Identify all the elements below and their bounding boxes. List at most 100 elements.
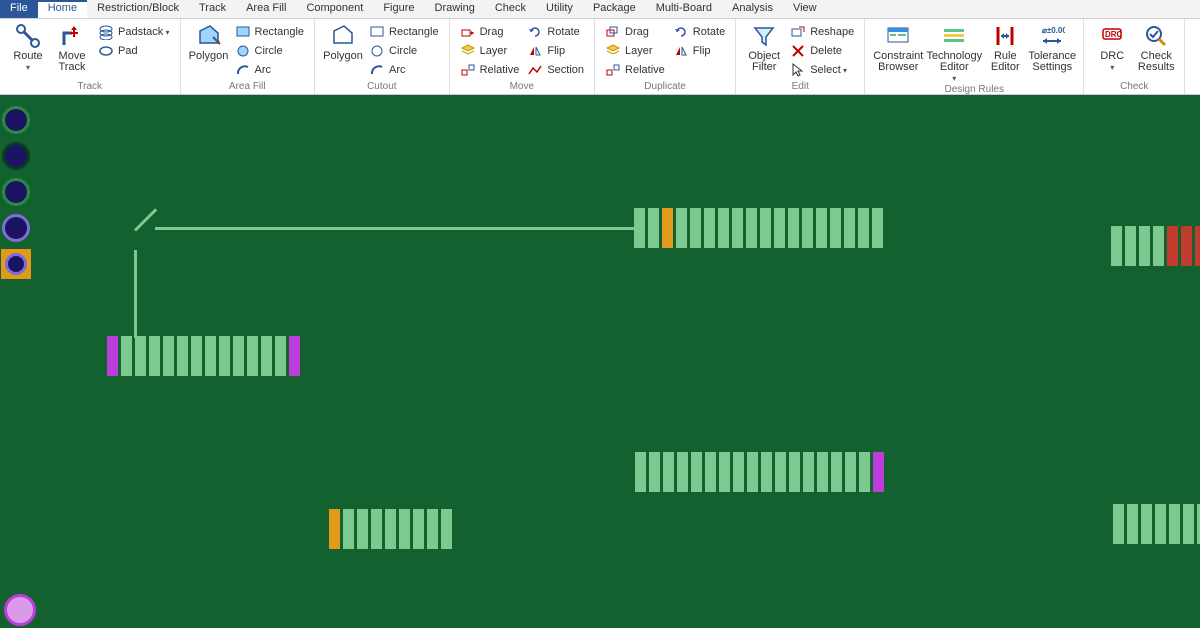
- constraint-browser-label: ConstraintBrowser: [873, 51, 923, 73]
- layer-via-4[interactable]: [2, 214, 30, 242]
- cursor-marker[interactable]: [4, 594, 36, 626]
- dup-relative-label: Relative: [625, 64, 665, 76]
- component-u2[interactable]: [1111, 226, 1200, 266]
- areafill-arc-label: Arc: [255, 64, 272, 76]
- menu-multi-board[interactable]: Multi-Board: [646, 0, 722, 18]
- areafill-polygon-button[interactable]: Polygon: [187, 21, 231, 62]
- menu-component[interactable]: Component: [296, 0, 373, 18]
- menu-restriction-block[interactable]: Restriction/Block: [87, 0, 189, 18]
- group-cutout: Polygon Rectangle Circle Arc Cutout: [315, 19, 450, 94]
- menu-analysis[interactable]: Analysis: [722, 0, 783, 18]
- component-u5[interactable]: [329, 509, 452, 549]
- rotate-copy-icon: [673, 24, 689, 40]
- svg-text:DRC: DRC: [1105, 30, 1123, 39]
- move-section-button[interactable]: Section: [523, 61, 588, 79]
- technology-editor-icon: [941, 23, 967, 49]
- rectangle-fill-icon: [235, 24, 251, 40]
- menu-utility[interactable]: Utility: [536, 0, 583, 18]
- technology-editor-label: TechnologyEditor: [926, 51, 982, 73]
- cutout-polygon-button[interactable]: Polygon: [321, 21, 365, 62]
- track-seg-horiz[interactable]: [155, 227, 635, 230]
- areafill-polygon-label: Polygon: [189, 51, 229, 62]
- dup-drag-button[interactable]: Drag: [601, 23, 669, 41]
- areafill-rectangle-button[interactable]: Rectangle: [231, 23, 309, 41]
- dup-layer-button[interactable]: Layer: [601, 42, 669, 60]
- relative-icon: [460, 62, 476, 78]
- areafill-arc-button[interactable]: Arc: [231, 61, 309, 79]
- component-u3[interactable]: [107, 336, 300, 376]
- select-icon: [790, 62, 806, 78]
- move-relative-button[interactable]: Relative: [456, 61, 524, 79]
- track-seg-vert[interactable]: [134, 250, 137, 338]
- areafill-rectangle-label: Rectangle: [255, 26, 305, 38]
- cutout-circle-label: Circle: [389, 45, 417, 57]
- object-filter-button[interactable]: ObjectFilter: [742, 21, 786, 73]
- group-check-title: Check: [1084, 81, 1184, 94]
- areafill-circle-button[interactable]: Circle: [231, 42, 309, 60]
- move-layer-button[interactable]: Layer: [456, 42, 524, 60]
- group-edit-title: Edit: [736, 81, 864, 94]
- constraint-browser-button[interactable]: ConstraintBrowser: [871, 21, 925, 73]
- cutout-arc-button[interactable]: Arc: [365, 61, 443, 79]
- flip-copy-icon: [673, 43, 689, 59]
- menu-view[interactable]: View: [783, 0, 827, 18]
- track-seg-diag[interactable]: [134, 208, 157, 231]
- dup-flip-button[interactable]: Flip: [669, 42, 729, 60]
- route-button[interactable]: Route ▾: [6, 21, 50, 73]
- menu-area-fill[interactable]: Area Fill: [236, 0, 296, 18]
- menu-figure[interactable]: Figure: [373, 0, 424, 18]
- pad-button[interactable]: Pad: [94, 42, 174, 60]
- move-flip-button[interactable]: Flip: [523, 42, 588, 60]
- cutout-rectangle-label: Rectangle: [389, 26, 439, 38]
- reshape-button[interactable]: Reshape: [786, 23, 858, 41]
- component-u6[interactable]: [1113, 504, 1200, 544]
- dup-rotate-label: Rotate: [693, 26, 725, 38]
- group-duplicate-title: Duplicate: [595, 81, 735, 94]
- layer-via-5-selected[interactable]: [1, 249, 31, 279]
- pad-label: Pad: [118, 45, 138, 57]
- technology-editor-button[interactable]: TechnologyEditor ▾: [925, 21, 983, 84]
- menu-file[interactable]: File: [0, 0, 38, 18]
- move-relative-label: Relative: [480, 64, 520, 76]
- layer-copy-icon: [605, 43, 621, 59]
- tolerance-settings-button[interactable]: ⌀±0.00 ToleranceSettings: [1027, 21, 1077, 73]
- menu-home[interactable]: Home: [38, 0, 87, 18]
- cutout-circle-button[interactable]: Circle: [365, 42, 443, 60]
- dup-relative-button[interactable]: Relative: [601, 61, 669, 79]
- dup-drag-label: Drag: [625, 26, 649, 38]
- drc-button[interactable]: DRC DRC ▾: [1090, 21, 1134, 73]
- reshape-label: Reshape: [810, 26, 854, 38]
- padstack-icon: [98, 24, 114, 40]
- layer-via-3[interactable]: [2, 178, 30, 206]
- move-rotate-button[interactable]: Rotate: [523, 23, 588, 41]
- check-results-button[interactable]: CheckResults: [1134, 21, 1178, 73]
- padstack-button[interactable]: Padstack: [94, 23, 174, 41]
- move-drag-button[interactable]: Drag: [456, 23, 524, 41]
- tolerance-settings-label: ToleranceSettings: [1028, 51, 1076, 73]
- group-check: DRC DRC ▾ CheckResults Check: [1084, 19, 1185, 94]
- layer-via-1[interactable]: [2, 106, 30, 134]
- drag-copy-icon: [605, 24, 621, 40]
- layer-via-2[interactable]: [2, 142, 30, 170]
- cutout-rectangle-button[interactable]: Rectangle: [365, 23, 443, 41]
- group-move-title: Move: [450, 81, 594, 94]
- padstack-label: Padstack: [118, 26, 170, 38]
- pcb-canvas[interactable]: [0, 95, 1200, 628]
- dup-rotate-button[interactable]: Rotate: [669, 23, 729, 41]
- select-button[interactable]: Select: [786, 61, 858, 79]
- svg-text:⌀±0.00: ⌀±0.00: [1042, 26, 1065, 35]
- menu-check[interactable]: Check: [485, 0, 536, 18]
- delete-button[interactable]: Delete: [786, 42, 858, 60]
- rule-editor-button[interactable]: RuleEditor: [983, 21, 1027, 73]
- menu-package[interactable]: Package: [583, 0, 646, 18]
- component-u1[interactable]: [634, 208, 883, 248]
- move-rotate-label: Rotate: [547, 26, 579, 38]
- component-u4[interactable]: [635, 452, 884, 492]
- dup-flip-label: Flip: [693, 45, 711, 57]
- arc-fill-icon: [235, 62, 251, 78]
- cutout-arc-label: Arc: [389, 64, 406, 76]
- menu-track[interactable]: Track: [189, 0, 236, 18]
- group-duplicate: Drag Layer Relative Rotate Flip Duplicat…: [595, 19, 736, 94]
- move-track-button[interactable]: MoveTrack: [50, 21, 94, 73]
- menu-drawing[interactable]: Drawing: [425, 0, 485, 18]
